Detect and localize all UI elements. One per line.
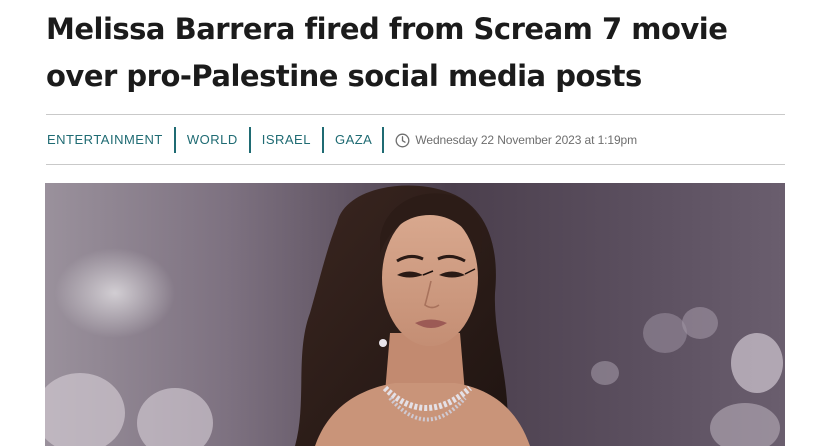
publish-date-text: Wednesday 22 November 2023 at 1:19pm <box>415 133 638 147</box>
article-headline: Melissa Barrera fired from Scream 7 movi… <box>46 12 728 93</box>
tag-gaza[interactable]: GAZA <box>324 127 385 153</box>
divider-top <box>46 114 785 115</box>
tag-entertainment[interactable]: ENTERTAINMENT <box>46 127 176 153</box>
article-page: Melissa Barrera fired from Scream 7 movi… <box>0 0 827 446</box>
clock-icon <box>395 133 410 148</box>
divider-bottom <box>46 164 785 165</box>
tag-world[interactable]: WORLD <box>176 127 251 153</box>
hero-image <box>45 183 785 446</box>
publish-date: Wednesday 22 November 2023 at 1:19pm <box>395 133 637 148</box>
article-meta: ENTERTAINMENT WORLD ISRAEL GAZA Wednesda… <box>46 127 637 153</box>
tag-israel[interactable]: ISRAEL <box>251 127 324 153</box>
